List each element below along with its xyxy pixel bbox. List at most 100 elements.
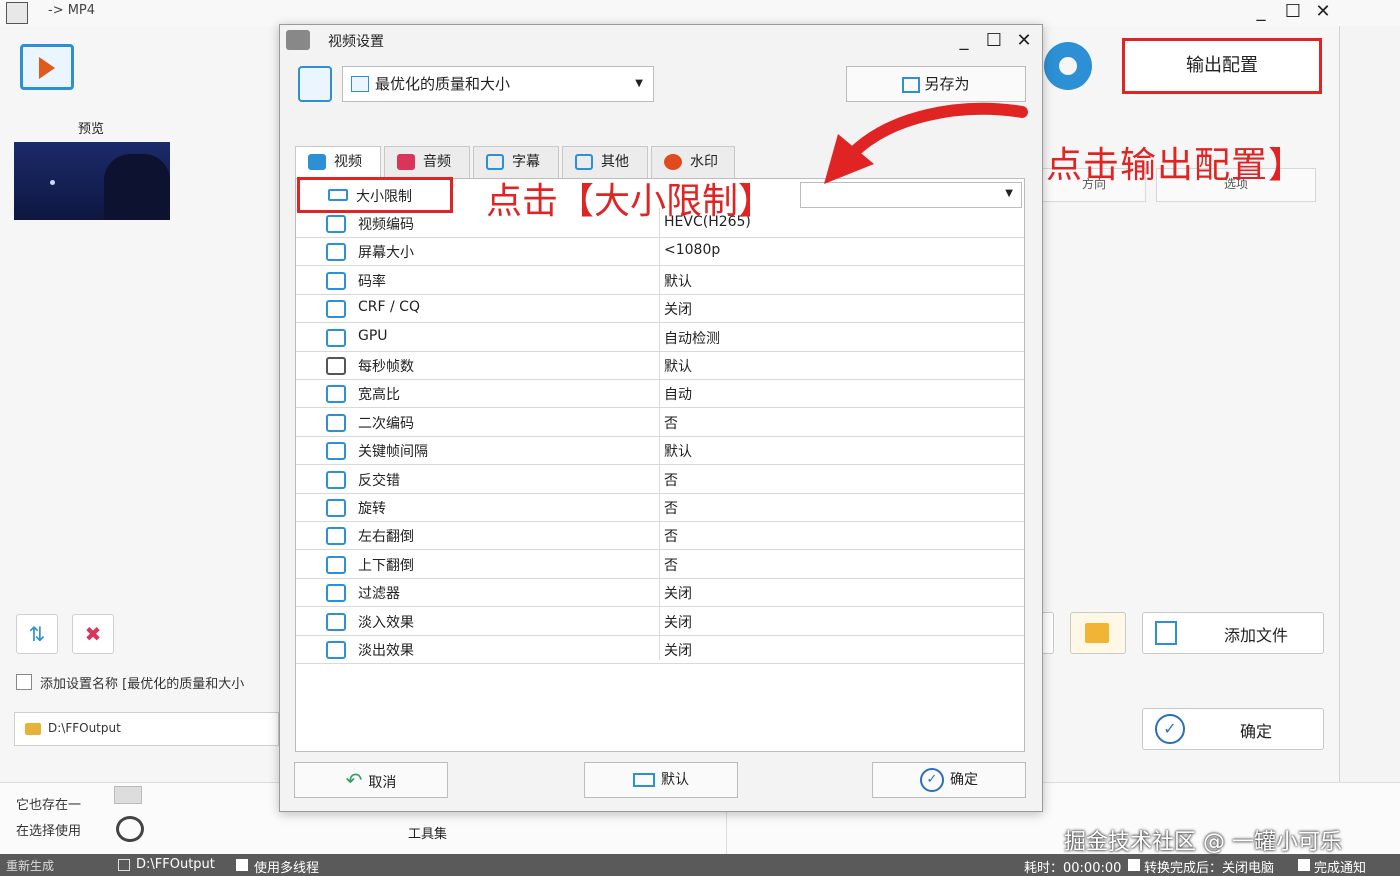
minimize-icon[interactable]: _ bbox=[1248, 0, 1274, 24]
property-row[interactable]: 上下翻倒 否 bbox=[296, 551, 1024, 579]
watermark-text: 掘金技术社区 @ 一罐小可乐 bbox=[1064, 830, 1342, 855]
property-name: 淡出效果 bbox=[358, 643, 414, 659]
output-path-text: D:\FFOutput bbox=[48, 721, 121, 735]
folder-icon bbox=[25, 723, 41, 735]
add-folder-button[interactable] bbox=[1070, 612, 1126, 654]
add-setting-name-checkbox[interactable] bbox=[16, 674, 32, 690]
property-value[interactable]: 否 bbox=[664, 470, 678, 490]
save-as-button[interactable]: 另存为 bbox=[846, 66, 1026, 102]
property-name: 屏幕大小 bbox=[358, 245, 414, 262]
property-name: 视频编码 bbox=[358, 217, 414, 233]
tab-watermark-label: 水印 bbox=[690, 154, 718, 170]
preset-note-label: 添加设置名称 [最优化的质量和大小 bbox=[40, 677, 245, 692]
property-row-icon bbox=[326, 442, 346, 461]
tab-video-label: 视频 bbox=[334, 154, 362, 170]
output-config-button[interactable]: 输出配置 bbox=[1122, 38, 1322, 94]
property-value[interactable]: 自动 bbox=[664, 384, 692, 404]
property-name: 淡入效果 bbox=[358, 614, 414, 631]
annotation-click-output-config: 点击输出配置】 bbox=[1046, 145, 1306, 186]
check-circle-icon: ✓ bbox=[1155, 714, 1185, 744]
property-row[interactable]: 二次编码 否 bbox=[296, 409, 1024, 437]
property-value[interactable]: 否 bbox=[664, 413, 678, 433]
dialog-maximize-icon[interactable]: ☐ bbox=[982, 30, 1006, 51]
property-row[interactable]: 码率 默认 bbox=[296, 267, 1024, 295]
close-icon[interactable]: ✕ bbox=[1310, 0, 1336, 24]
property-value[interactable]: 否 bbox=[664, 498, 678, 518]
property-value[interactable]: 自动检测 bbox=[664, 328, 720, 348]
property-row[interactable]: 淡出效果 关闭 bbox=[296, 636, 1024, 664]
watermark-tab-icon bbox=[664, 154, 682, 170]
save-as-label: 另存为 bbox=[924, 75, 970, 93]
dialog-cancel-button[interactable]: ↶ 取消 bbox=[294, 762, 448, 798]
property-value[interactable]: 关闭 bbox=[664, 299, 692, 319]
delete-file-icon[interactable]: ✖ bbox=[72, 614, 114, 654]
maximize-icon[interactable]: ☐ bbox=[1280, 0, 1306, 24]
property-name: GPU bbox=[358, 327, 388, 344]
tab-audio-label: 音频 bbox=[423, 154, 451, 170]
after-convert-checkbox[interactable] bbox=[1128, 859, 1140, 871]
info-line-1: 它也存在一 bbox=[16, 798, 82, 813]
status-folder-icon bbox=[118, 859, 130, 871]
property-value[interactable]: 默认 bbox=[664, 441, 692, 461]
property-row[interactable]: 反交错 否 bbox=[296, 466, 1024, 494]
save-icon bbox=[902, 76, 921, 93]
property-value[interactable]: <1080p bbox=[664, 242, 720, 258]
notify-checkbox[interactable] bbox=[1298, 859, 1310, 871]
property-name: 宽高比 bbox=[358, 387, 400, 404]
property-value[interactable]: 默认 bbox=[664, 271, 692, 291]
preset-select[interactable]: 最优化的质量和大小 ▼ bbox=[342, 66, 654, 102]
property-name: CRF / CQ bbox=[358, 299, 420, 316]
preview-thumbnail[interactable] bbox=[14, 142, 170, 220]
size-limit-icon bbox=[328, 189, 348, 201]
dialog-ok-button[interactable]: ✓ 确定 bbox=[872, 762, 1026, 798]
main-confirm-button[interactable]: ✓ bbox=[1142, 708, 1324, 750]
notify-label: 完成通知 bbox=[1314, 861, 1367, 876]
size-limit-row-label[interactable]: 大小限制 bbox=[356, 186, 412, 206]
property-row-icon bbox=[326, 499, 346, 517]
property-value[interactable]: 关闭 bbox=[664, 612, 692, 632]
after-convert-label: 转换完成后：关闭电脑 bbox=[1144, 861, 1275, 876]
property-name: 上下翻倒 bbox=[358, 557, 414, 574]
subtitle-tab-icon bbox=[486, 154, 504, 170]
status-bar: 重新生成 D:\FFOutput 使用多线程 耗时：00:00:00 转换完成后… bbox=[0, 854, 1400, 876]
property-row[interactable]: GPU 自动检测 bbox=[296, 324, 1024, 352]
property-row[interactable]: 屏幕大小 <1080p bbox=[296, 238, 1024, 267]
property-value[interactable]: 默认 bbox=[664, 356, 692, 376]
multithread-checkbox[interactable] bbox=[236, 859, 248, 871]
gear-icon[interactable] bbox=[1044, 42, 1092, 90]
dialog-minimize-icon[interactable]: _ bbox=[952, 30, 976, 51]
dialog-close-icon[interactable]: ✕ bbox=[1012, 30, 1036, 51]
property-row-icon bbox=[326, 612, 346, 631]
swap-icon[interactable]: ⇅ bbox=[16, 614, 58, 654]
preset-select-value: 最优化的质量和大小 bbox=[375, 75, 511, 93]
property-value[interactable]: 关闭 bbox=[664, 640, 692, 660]
property-row[interactable]: 旋转 否 bbox=[296, 494, 1024, 522]
dialog-title: 视频设置 bbox=[328, 34, 384, 50]
property-row[interactable]: 过滤器 关闭 bbox=[296, 579, 1024, 608]
dialog-default-button[interactable]: 默认 bbox=[584, 762, 738, 798]
property-row-icon bbox=[326, 470, 346, 489]
property-row[interactable]: 左右翻倒 否 bbox=[296, 522, 1024, 551]
video-tab-icon bbox=[308, 154, 326, 170]
property-value[interactable]: 否 bbox=[664, 555, 678, 575]
chevron-down-icon: ▼ bbox=[635, 78, 643, 89]
tab-subtitle-label: 字幕 bbox=[512, 154, 540, 170]
tab-audio[interactable]: 音频 bbox=[384, 146, 470, 178]
property-row-icon bbox=[326, 328, 346, 347]
main-window-title: -> MP4 bbox=[48, 3, 96, 18]
annotation-arrow bbox=[824, 102, 1028, 184]
property-row[interactable]: 每秒帧数 默认 bbox=[296, 352, 1024, 380]
property-value[interactable]: 否 bbox=[664, 526, 678, 546]
tab-video[interactable]: 视频 bbox=[295, 146, 381, 178]
property-row-icon bbox=[326, 413, 346, 432]
property-row[interactable]: 关键帧间隔 默认 bbox=[296, 437, 1024, 466]
regen-label[interactable]: 重新生成 bbox=[6, 857, 54, 874]
printer-icon bbox=[633, 773, 655, 787]
property-value[interactable]: 关闭 bbox=[664, 583, 692, 603]
property-row[interactable]: 淡入效果 关闭 bbox=[296, 608, 1024, 636]
property-row[interactable]: CRF / CQ 关闭 bbox=[296, 295, 1024, 324]
audio-tab-icon bbox=[397, 154, 415, 170]
status-path: D:\FFOutput bbox=[136, 857, 215, 872]
property-name: 左右翻倒 bbox=[358, 529, 414, 546]
property-row[interactable]: 宽高比 自动 bbox=[296, 380, 1024, 409]
